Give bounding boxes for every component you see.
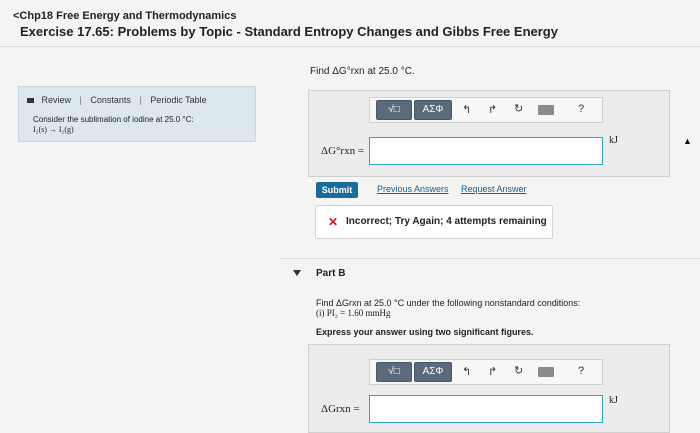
info-panel: Review | Constants | Periodic Table Cons… xyxy=(18,86,256,142)
greek-button[interactable]: ΑΣΦ xyxy=(414,100,452,120)
part-b-title[interactable]: Part B xyxy=(316,268,345,279)
answer-input[interactable] xyxy=(369,137,603,165)
book-icon xyxy=(27,98,34,104)
help-icon[interactable]: ? xyxy=(578,365,584,377)
error-icon: ✕ xyxy=(328,215,339,229)
keyboard-icon[interactable] xyxy=(538,367,554,377)
part-b-prompt: Find ΔGrxn at 25.0 °C under the followin… xyxy=(316,298,581,308)
part-b-instruction: Express your answer using two significan… xyxy=(316,327,534,337)
keyboard-icon[interactable] xyxy=(538,105,554,115)
math-toolbar: √□ ΑΣΦ ↰ ↱ ↻ ? xyxy=(369,97,603,123)
part-a-answer-area: √□ ΑΣΦ ↰ ↱ ↻ ? ΔG°rxn = kJ xyxy=(308,90,670,177)
feedback-box: ✕ Incorrect; Try Again; 4 attempts remai… xyxy=(315,205,553,239)
exercise-title: Exercise 17.65: Problems by Topic - Stan… xyxy=(20,24,558,39)
divider xyxy=(0,46,700,47)
redo-icon[interactable]: ↱ xyxy=(488,365,497,378)
reset-icon[interactable]: ↻ xyxy=(514,102,523,115)
reset-icon[interactable]: ↻ xyxy=(514,364,523,377)
link-divider: | xyxy=(79,95,82,105)
periodic-table-link[interactable]: Periodic Table xyxy=(150,95,206,105)
breadcrumb[interactable]: <Chp18 Free Energy and Thermodynamics xyxy=(13,10,236,22)
problem-text: Consider the sublimation of iodine at 25… xyxy=(33,115,194,124)
panel-links: Review | Constants | Periodic Table xyxy=(27,95,207,105)
undo-icon[interactable]: ↰ xyxy=(462,365,471,378)
constants-link[interactable]: Constants xyxy=(90,95,131,105)
part-b-answer-area: √□ ΑΣΦ ↰ ↱ ↻ ? ΔGrxn = kJ xyxy=(308,344,670,433)
submit-button[interactable]: Submit xyxy=(316,182,358,198)
feedback-text: Incorrect; Try Again; 4 attempts remaini… xyxy=(346,216,547,227)
part-b-condition: (i) PI₂ = 1.60 mmHg xyxy=(316,308,391,318)
answer-input[interactable] xyxy=(369,395,603,423)
reaction-equation: I₂(s) → I₂(g) xyxy=(33,125,74,134)
previous-answers-link[interactable]: Previous Answers xyxy=(377,184,449,194)
mouse-cursor-icon: ▲ xyxy=(683,136,692,146)
undo-icon[interactable]: ↰ xyxy=(462,103,471,116)
request-answer-link[interactable]: Request Answer xyxy=(461,184,527,194)
delta-g-label: ΔG°rxn = xyxy=(321,145,365,157)
review-link[interactable]: Review xyxy=(42,95,72,105)
redo-icon[interactable]: ↱ xyxy=(488,103,497,116)
template-button[interactable]: √□ xyxy=(376,100,412,120)
greek-button[interactable]: ΑΣΦ xyxy=(414,362,452,382)
part-a-prompt: Find ΔG°rxn at 25.0 °C. xyxy=(310,66,415,77)
help-icon[interactable]: ? xyxy=(578,103,584,115)
link-divider: | xyxy=(139,95,142,105)
divider xyxy=(280,258,700,259)
problem-statement: Consider the sublimation of iodine at 25… xyxy=(33,115,194,135)
unit-label: kJ xyxy=(609,135,618,146)
unit-label: kJ xyxy=(609,395,618,406)
math-toolbar: √□ ΑΣΦ ↰ ↱ ↻ ? xyxy=(369,359,603,385)
delta-g-label: ΔGrxn = xyxy=(321,403,360,415)
template-button[interactable]: √□ xyxy=(376,362,412,382)
collapse-icon[interactable] xyxy=(293,270,301,276)
